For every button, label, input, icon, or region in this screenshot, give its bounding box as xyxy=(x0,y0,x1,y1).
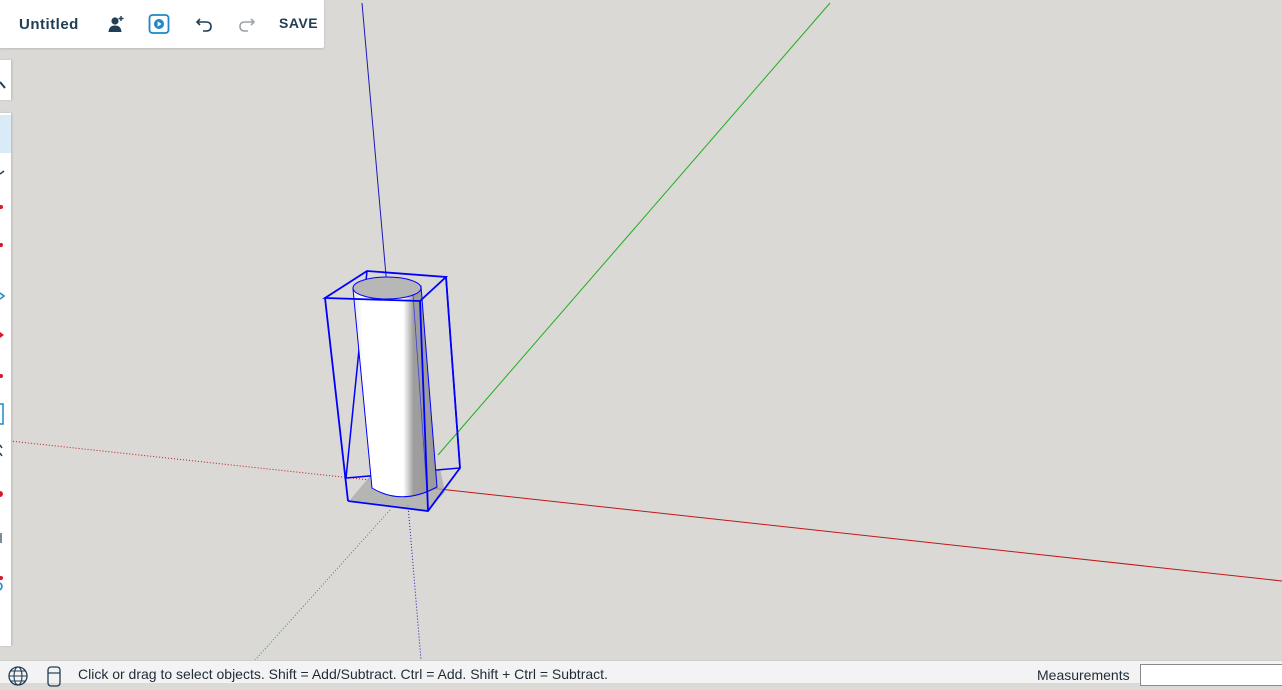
red-axis-positive xyxy=(429,487,1282,582)
cylinder-object[interactable] xyxy=(352,276,438,498)
blue-axis-positive xyxy=(361,2,388,288)
top-toolbar: Untitled SAVE xyxy=(0,0,324,48)
modeling-viewport[interactable] xyxy=(0,0,1282,660)
measurements-label: Measurements xyxy=(1037,667,1130,683)
green-axis-positive xyxy=(437,2,831,456)
red-axis-negative xyxy=(9,440,371,481)
globe-icon[interactable] xyxy=(7,665,28,686)
undo-icon[interactable] xyxy=(192,12,216,36)
search-icon[interactable] xyxy=(0,76,11,102)
offset-tool-icon[interactable] xyxy=(0,401,11,427)
eraser-tool-icon[interactable] xyxy=(0,161,11,187)
rectangle-tool-icon[interactable] xyxy=(0,283,11,309)
blue-axis-negative xyxy=(407,504,422,660)
move-tool-icon[interactable] xyxy=(0,363,11,389)
line-tool-icon[interactable] xyxy=(0,195,11,221)
section-plane-tool-icon[interactable] xyxy=(0,569,11,595)
paint-bucket-tool-icon[interactable] xyxy=(0,481,11,507)
tool-palette xyxy=(0,113,11,646)
status-bar: Click or drag to select objects. Shift =… xyxy=(0,660,1282,687)
mouse-icon[interactable] xyxy=(45,665,65,687)
orbit-tool-icon[interactable] xyxy=(0,525,11,551)
search-tool-strip xyxy=(0,60,11,100)
redo-icon[interactable] xyxy=(235,12,259,36)
save-button[interactable]: SAVE xyxy=(279,15,318,31)
arc-tool-icon[interactable] xyxy=(0,233,11,259)
add-collaborator-icon[interactable] xyxy=(104,12,128,36)
select-tool-icon[interactable] xyxy=(0,115,11,153)
green-axis-negative xyxy=(254,509,391,660)
present-icon[interactable] xyxy=(147,12,171,36)
document-title[interactable]: Untitled xyxy=(19,16,99,33)
scene-canvas[interactable] xyxy=(0,0,1282,660)
status-hint-text: Click or drag to select objects. Shift =… xyxy=(78,666,608,682)
push-pull-tool-icon[interactable] xyxy=(0,323,11,349)
tape-measure-tool-icon[interactable] xyxy=(0,439,11,465)
